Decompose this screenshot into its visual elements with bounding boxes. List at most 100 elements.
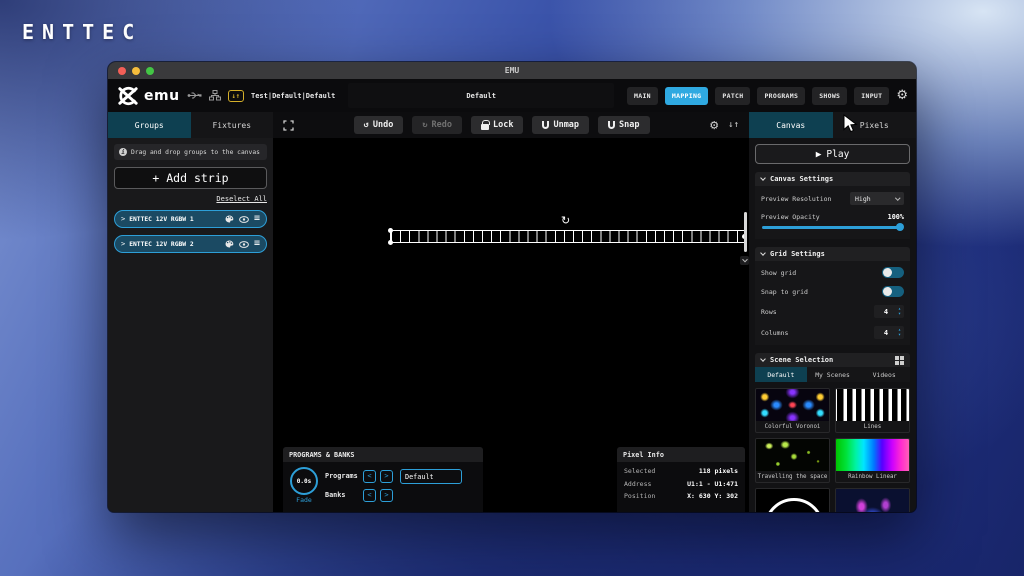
grid-settings-header[interactable]: Grid Settings <box>755 247 910 261</box>
canvas-settings-gear-icon[interactable]: ⚙ <box>709 120 719 131</box>
scene-caption: Rainbow Linear <box>836 471 909 482</box>
snap-label: Snap <box>619 120 639 130</box>
chevron-down-icon <box>760 356 766 362</box>
redo-label: Redo <box>431 120 451 130</box>
preview-resolution-select[interactable]: High <box>850 192 904 205</box>
scene-tile-travelling-the-space[interactable]: Travelling the space <box>755 438 830 483</box>
mapping-canvas[interactable]: ↻ PROGRAMS & BANKS 0.0s Fade <box>273 138 749 512</box>
scene-tab-default[interactable]: Default <box>755 367 807 382</box>
strip-start-handle-2[interactable] <box>388 240 393 245</box>
snap-to-grid-toggle[interactable] <box>882 286 904 297</box>
tab-canvas[interactable]: Canvas <box>749 112 833 138</box>
preview-opacity-slider[interactable] <box>762 226 903 229</box>
magnet-off-icon <box>542 121 549 129</box>
slider-knob[interactable] <box>896 223 904 231</box>
columns-label: Columns <box>761 329 788 337</box>
strip-start-handle[interactable] <box>388 228 393 233</box>
canvas-side-panel: ▶ Play Canvas Settings Preview Resolutio… <box>749 138 916 512</box>
group-item-rgbw-2[interactable]: > ENTTEC 12V RGBW 2 ≡ <box>114 235 267 253</box>
rotate-strip-icon[interactable]: ↻ <box>561 214 570 227</box>
nav-shows-button[interactable]: SHOWS <box>812 87 847 105</box>
expand-chevron-icon[interactable]: > <box>121 240 125 248</box>
pixel-info-row-selected: Selected 118 pixels <box>624 467 738 475</box>
unmap-button[interactable]: Unmap <box>532 116 589 134</box>
program-name-input[interactable]: Default <box>400 469 462 484</box>
emu-window: EMU emu ↓↑ Test|Default|Default Default … <box>108 62 916 512</box>
dmx-io-indicator-icon: ↓↑ <box>228 90 244 102</box>
drag-handle-icon[interactable]: ≡ <box>254 239 260 249</box>
program-prev-button[interactable]: < <box>363 470 376 483</box>
deselect-all-link[interactable]: Deselect All <box>114 195 267 203</box>
scene-tile-dancers[interactable] <box>835 488 910 512</box>
columns-stepper[interactable]: 4 ▴▾ <box>874 326 904 339</box>
scroll-down-button[interactable] <box>740 256 749 265</box>
scene-thumbnail <box>756 389 829 421</box>
rows-label: Rows <box>761 308 777 316</box>
grid-settings-section: Grid Settings Show grid Snap to grid Row… <box>755 247 910 345</box>
nav-patch-button[interactable]: PATCH <box>715 87 750 105</box>
scene-thumbnail <box>836 389 909 421</box>
canvas-settings-header[interactable]: Canvas Settings <box>755 172 910 186</box>
scene-tile-rainbow-linear[interactable]: Rainbow Linear <box>835 438 910 483</box>
emu-logo-text: emu <box>144 88 180 104</box>
snap-button[interactable]: Snap <box>598 116 649 134</box>
stepper-value: 4 <box>874 308 898 316</box>
row-label: Position <box>624 492 655 500</box>
grid-view-icon[interactable] <box>895 356 904 365</box>
select-value: High <box>855 195 871 203</box>
visibility-eye-icon[interactable] <box>239 216 249 223</box>
canvas-settings-section: Canvas Settings Preview Resolution High … <box>755 172 910 239</box>
undo-label: Undo <box>373 120 393 130</box>
sort-arrows-icon[interactable]: ↓↑ <box>728 120 739 130</box>
color-palette-icon[interactable] <box>225 240 234 248</box>
pixel-info-title: Pixel Info <box>617 447 745 462</box>
visibility-eye-icon[interactable] <box>239 241 249 248</box>
toggle-knob <box>883 287 892 296</box>
pixel-info-panel: Pixel Info Selected 118 pixels Address U… <box>617 447 745 512</box>
scene-selection-header[interactable]: Scene Selection <box>755 353 910 367</box>
emu-logo: emu <box>116 86 180 106</box>
drag-handle-icon[interactable]: ≡ <box>254 214 260 224</box>
scene-caption: Colorful Voronoi <box>756 421 829 432</box>
bank-next-button[interactable]: > <box>380 489 393 502</box>
nav-programs-button[interactable]: PROGRAMS <box>757 87 805 105</box>
window-title: EMU <box>108 66 916 75</box>
caret-down-icon[interactable]: ▾ <box>898 333 901 338</box>
tab-fixtures[interactable]: Fixtures <box>191 112 274 138</box>
caret-down-icon[interactable]: ▾ <box>898 312 901 317</box>
settings-gear-icon[interactable]: ⚙ <box>896 89 908 102</box>
nav-mapping-button[interactable]: MAPPING <box>665 87 709 105</box>
undo-button[interactable]: ↺Undo <box>354 116 404 134</box>
expand-chevron-icon[interactable]: > <box>121 215 125 223</box>
bank-prev-button[interactable]: < <box>363 489 376 502</box>
row-label: Address <box>624 480 651 488</box>
redo-button[interactable]: ↻Redo <box>412 116 462 134</box>
scene-tab-my-scenes[interactable]: My Scenes <box>807 367 859 382</box>
titlebar[interactable]: EMU <box>108 62 916 79</box>
scene-tile-lines[interactable]: Lines <box>835 388 910 433</box>
nav-input-button[interactable]: INPUT <box>854 87 889 105</box>
fade-knob[interactable]: 0.0s <box>290 467 318 495</box>
tab-groups[interactable]: Groups <box>108 112 191 138</box>
add-strip-button[interactable]: + Add strip <box>114 167 267 189</box>
stepper-value: 4 <box>874 329 898 337</box>
scene-tab-videos[interactable]: Videos <box>858 367 910 382</box>
show-grid-toggle[interactable] <box>882 267 904 278</box>
unmap-label: Unmap <box>553 120 579 130</box>
project-title-display: Default <box>348 83 614 108</box>
scene-tile-arc[interactable] <box>755 488 830 512</box>
fit-view-icon[interactable] <box>283 120 294 131</box>
nav-main-button[interactable]: MAIN <box>627 87 658 105</box>
rows-stepper[interactable]: 4 ▴▾ <box>874 305 904 318</box>
play-button[interactable]: ▶ Play <box>755 144 910 164</box>
program-next-button[interactable]: > <box>380 470 393 483</box>
magnet-icon <box>608 121 615 129</box>
canvas-scrollbar-thumb[interactable] <box>744 212 747 252</box>
color-palette-icon[interactable] <box>225 215 234 223</box>
preview-opacity-value: 100% <box>888 213 904 221</box>
lock-button[interactable]: Lock <box>471 116 523 134</box>
chevron-down-icon <box>760 250 766 256</box>
pixel-strip[interactable] <box>390 230 745 243</box>
scene-tile-colorful-voronoi[interactable]: Colorful Voronoi <box>755 388 830 433</box>
group-item-rgbw-1[interactable]: > ENTTEC 12V RGBW 1 ≡ <box>114 210 267 228</box>
